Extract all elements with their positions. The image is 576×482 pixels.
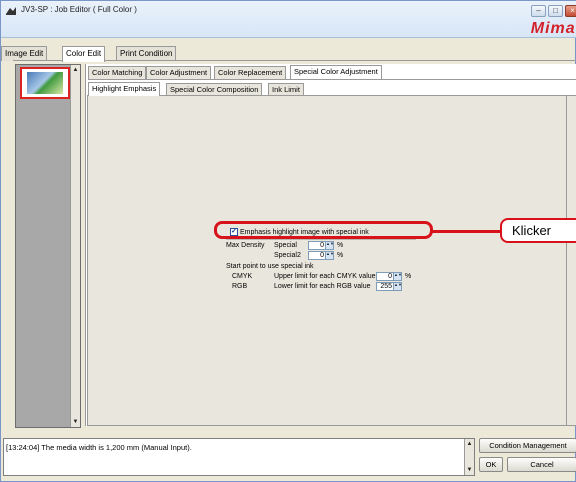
close-icon[interactable]: ×	[565, 5, 576, 17]
tab-color-adjustment[interactable]: Color Adjustment	[146, 66, 212, 79]
special-label: Special	[274, 242, 297, 249]
job-editor-window: JV3-SP : Job Editor ( Full Color ) – □ ×…	[0, 0, 576, 482]
tab-color-matching[interactable]: Color Matching	[88, 66, 147, 79]
thumbnail-list: ▲ ▼	[15, 64, 81, 428]
percent-label: %	[337, 242, 344, 249]
tab-highlight-emphasis[interactable]: Highlight Emphasis	[88, 82, 161, 96]
cmyk-limit-value: 0	[388, 273, 392, 280]
percent-label: %	[405, 273, 412, 280]
title-bar: JV3-SP : Job Editor ( Full Color ) – □ ×…	[1, 1, 576, 38]
special2-label: Special2	[274, 252, 301, 259]
callout-highlight-ring	[214, 221, 433, 239]
tab-color-edit[interactable]: Color Edit	[62, 46, 106, 62]
brand-logo: Mimaki	[530, 20, 576, 37]
tab-special-color-adjustment[interactable]: Special Color Adjustment	[290, 65, 382, 79]
special-density-spinner[interactable]: 0 ▲▼	[308, 241, 334, 250]
thumbnail-image	[27, 72, 63, 94]
max-density-label: Max Density	[226, 242, 265, 249]
start-point-label: Start point to use special ink	[226, 263, 314, 270]
scroll-up-icon[interactable]: ▲	[71, 65, 80, 75]
tab-print-condition[interactable]: Print Condition	[116, 46, 177, 61]
scroll-down-icon[interactable]: ▼	[465, 465, 474, 475]
spinner-arrows-icon[interactable]: ▲▼	[393, 283, 402, 290]
minimize-icon[interactable]: –	[531, 5, 546, 17]
rgb-label: RGB	[232, 283, 248, 290]
callout-connector	[431, 230, 502, 233]
spinner-arrows-icon[interactable]: ▲▼	[393, 273, 402, 280]
highlight-emphasis-content: ✓ Emphasis highlight image with special …	[87, 95, 576, 426]
tab-image-edit[interactable]: Image Edit	[1, 46, 48, 61]
condition-management-button[interactable]: Condition Management	[479, 438, 576, 453]
settings-divider	[226, 239, 416, 240]
scroll-down-icon[interactable]: ▼	[71, 417, 80, 427]
thumbnail-scrollbar[interactable]: ▲ ▼	[70, 65, 80, 427]
rgb-limit-value: 255	[380, 283, 392, 290]
percent-label: %	[337, 252, 344, 259]
log-message: [13:24:04] The media width is 1,200 mm (…	[6, 443, 192, 452]
log-scrollbar[interactable]: ▲ ▼	[464, 439, 474, 475]
image-thumbnail[interactable]	[20, 67, 70, 99]
special-density-value: 0	[320, 242, 324, 249]
cmyk-desc: Upper limit for each CMYK value	[274, 273, 376, 280]
rgb-desc: Lower limit for each RGB value	[274, 283, 371, 290]
cancel-button[interactable]: Cancel	[507, 457, 576, 472]
rgb-limit-spinner[interactable]: 255 ▲▼	[376, 282, 402, 291]
callout-label: Klicker	[500, 218, 576, 243]
ok-button[interactable]: OK	[479, 457, 503, 472]
cmyk-label: CMYK	[232, 273, 253, 280]
highlight-settings: ✓ Emphasis highlight image with special …	[226, 226, 416, 313]
maximize-icon[interactable]: □	[548, 5, 563, 17]
spinner-arrows-icon[interactable]: ▲▼	[325, 252, 334, 259]
scroll-up-icon[interactable]: ▲	[465, 439, 474, 449]
content-scrollbar[interactable]	[566, 96, 576, 425]
subtab-divider	[88, 79, 576, 80]
special2-density-spinner[interactable]: 0 ▲▼	[308, 251, 334, 260]
spinner-arrows-icon[interactable]: ▲▼	[325, 242, 334, 249]
tab-color-replacement[interactable]: Color Replacement	[214, 66, 287, 79]
window-title: JV3-SP : Job Editor ( Full Color )	[21, 5, 137, 14]
special2-density-value: 0	[320, 252, 324, 259]
app-icon	[6, 7, 16, 15]
message-log: [13:24:04] The media width is 1,200 mm (…	[3, 438, 475, 476]
cmyk-limit-spinner[interactable]: 0 ▲▼	[376, 272, 402, 281]
